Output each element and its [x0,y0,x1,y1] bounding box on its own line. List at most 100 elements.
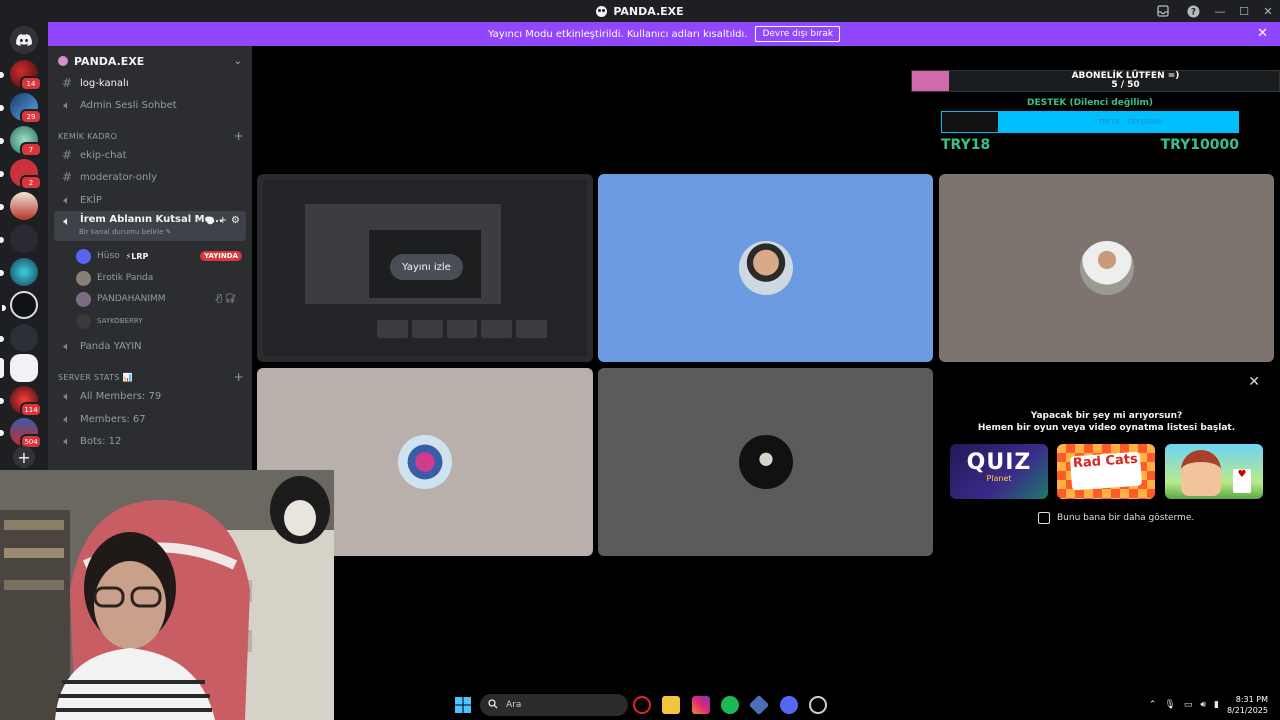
watch-stream-button[interactable]: Yayını izle [390,254,463,280]
avatar [76,291,91,307]
participant-tile[interactable] [939,174,1274,362]
gear-icon[interactable]: ⚙ [231,215,240,226]
channel-active-voice[interactable]: 🔈︎ İrem Ablanın Kutsal Me... Bir kanal d… [54,211,246,241]
channel-stat[interactable]: 🔈︎ Members: 67 [54,408,246,430]
voice-user-name: Hüso [97,251,120,261]
title-bar-controls: ? — ☐ ✕ [1148,0,1280,22]
game-card-solitaire[interactable]: ♥ [1165,444,1263,499]
server-icon[interactable]: 114 [0,386,42,417]
game-card-rad-cats[interactable]: Rad Cats [1057,444,1155,499]
volume-icon[interactable]: 🔊︎ [1200,700,1206,710]
add-channel-icon[interactable]: + [234,129,244,143]
speaker-icon: 🔈︎ [63,433,71,448]
avatar [738,435,793,489]
maximize-button[interactable]: ☐ [1232,0,1256,22]
server-boost-icon [58,56,68,66]
channel-log-kanali[interactable]: # log-kanalı [54,72,246,94]
streamer-mode-banner: Yayıncı Modu etkinleştirildi. Kullanıcı … [48,22,1280,46]
instagram-icon[interactable] [692,696,710,714]
steam-icon[interactable] [809,696,827,714]
channel-stat[interactable]: 🔈︎ All Members: 79 [54,385,246,407]
discord-taskbar-icon[interactable] [780,696,798,714]
spotify-icon[interactable] [721,696,739,714]
server-icon[interactable] [0,324,38,352]
discord-icon [16,34,32,46]
voice-user[interactable]: PANDAHANIMM 🎙̸ 🎧̸ [76,289,246,309]
goal-count: 5 / 50 [1111,80,1140,90]
server-icon[interactable] [2,291,38,319]
screen-share-tile[interactable]: Yayını izle [257,174,593,362]
microphone-icon[interactable]: 🎙︎ [1164,700,1175,710]
unread-indicator [0,138,4,144]
channel-label: All Members: 79 [80,390,162,402]
unread-indicator [0,430,4,436]
app-icon[interactable] [748,694,770,716]
disable-streamer-mode-button[interactable]: Devre dışı bırak [755,26,841,42]
os-taskbar: Ara ⌃ 🎙︎ ▭ 🔊︎ ▮ 8:31 PM 8/21/2025 [0,690,1280,720]
speaker-icon: 🔈︎ [63,214,71,228]
activity-prompt: Yapacak bir şey mi arıyorsun? Hemen bir … [939,410,1274,434]
chat-bubble-icon[interactable]: ● [206,215,215,226]
voice-user[interactable]: Erotik Panda [76,268,246,288]
discord-home-button[interactable] [10,26,38,54]
donation-inner-label: TRY18 - TRY10000 [1097,118,1163,126]
title-bar: PANDA.EXE ? — ☐ ✕ [0,0,1280,22]
voice-user[interactable]: SAYKOBERRY [76,311,246,331]
channel-admin-sesli-sohbet[interactable]: 🔈︎ Admin Sesli Sohbet [54,94,246,116]
network-icon[interactable]: ▭ [1184,700,1193,710]
server-icon[interactable] [0,258,38,286]
unread-indicator [0,204,4,210]
server-icon[interactable]: 14 [0,60,42,91]
voice-user[interactable]: Hüso ⚡LRP YAYINDA [76,246,246,266]
donation-goal-bar: TRY18 - TRY10000 [941,111,1239,133]
discord-window: PANDA.EXE ? — ☐ ✕ Yayıncı Modu etkinleşt… [0,0,1280,720]
taskbar-search[interactable]: Ara [480,694,628,716]
channel-status[interactable]: Bir kanal durumu belirle ✎ [79,228,172,236]
minimize-button[interactable]: — [1208,0,1232,22]
inbox-icon[interactable] [1156,4,1170,18]
panda-icon [596,5,608,17]
channel-ekip-chat[interactable]: # ekip-chat [54,144,246,166]
category-kemik-kadro[interactable]: KEMİK KADRO + [58,129,244,143]
channel-stat[interactable]: 🔈︎ Bots: 12 [54,430,246,452]
participant-tile[interactable] [598,174,933,362]
channel-label: İrem Ablanın Kutsal Me... [80,214,223,225]
banner-close-icon[interactable]: ✕ [1257,26,1268,41]
server-icon[interactable]: 29 [0,93,42,124]
add-server-button[interactable]: + [13,446,35,468]
hashtag-icon: # [61,170,73,184]
channel-ekip[interactable]: 🔈︎ EKİP [54,189,246,211]
avatar [398,435,452,489]
participant-tile[interactable] [598,368,933,556]
chevron-up-icon[interactable]: ⌃ [1149,700,1157,710]
hashtag-icon: # [61,148,73,162]
add-channel-icon[interactable]: + [234,370,244,384]
server-icon[interactable]: 2 [0,159,42,190]
activity-suggestion-panel: ✕ Yapacak bir şey mi arıyorsun? Hemen bi… [939,368,1274,556]
windows-start-icon[interactable] [454,696,472,714]
close-icon[interactable]: ✕ [1248,374,1260,390]
hashtag-icon: # [61,76,73,90]
checkbox[interactable] [1038,512,1050,524]
add-user-icon[interactable]: + [219,215,227,226]
help-icon[interactable]: ? [1186,4,1200,18]
game-card-quiz-planet[interactable]: QUIZ Planet [950,444,1048,499]
server-icon[interactable] [0,225,38,253]
server-icon[interactable]: 7 [0,126,42,157]
dont-show-again[interactable]: Bunu bana bir daha gösterme. [1038,512,1194,524]
file-explorer-icon[interactable] [662,696,680,714]
server-icon[interactable] [0,192,38,220]
close-window-button[interactable]: ✕ [1256,0,1280,22]
channel-panda-yayin[interactable]: 🔈︎ Panda YAYIN [54,335,246,357]
screen-preview-strip [377,320,547,338]
server-icon-active[interactable] [0,354,38,382]
taskbar-clock[interactable]: 8:31 PM 8/21/2025 [1227,694,1268,716]
speaker-icon: 🔈︎ [63,192,71,207]
channel-moderator-only[interactable]: # moderator-only [54,166,246,188]
battery-icon[interactable]: ▮ [1214,700,1219,710]
svg-text:?: ? [1190,7,1195,17]
server-icon[interactable]: 504 [0,418,42,449]
opera-icon[interactable] [633,696,651,714]
donation-min: TRY18 [941,137,991,153]
category-server-stats[interactable]: SERVER STATS 📊 + [58,370,244,384]
